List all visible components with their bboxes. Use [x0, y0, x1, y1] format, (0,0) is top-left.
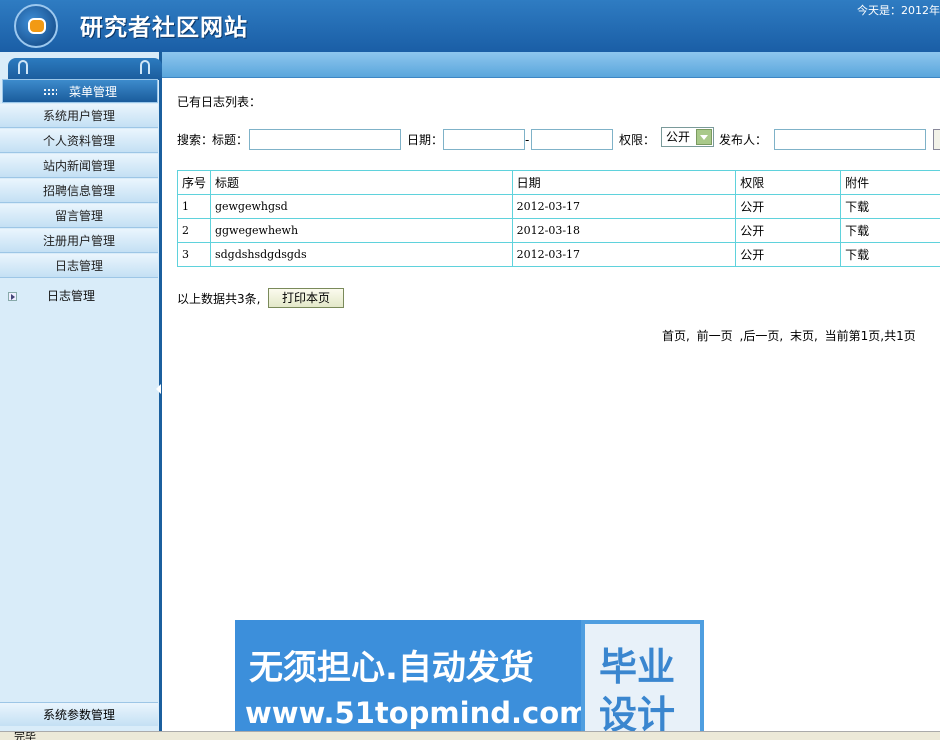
- watermark-banner: 无须担心.自动发货 www.51topmind.com 毕业 设计: [235, 620, 704, 740]
- table-row: 3 sdgdshsdgdsgds 2012-03-17 公开 下载: [177, 242, 940, 267]
- download-link[interactable]: 下载: [840, 194, 940, 219]
- sidebar-subitem-label: 日志管理: [47, 289, 96, 303]
- row-no: 1: [177, 194, 211, 219]
- column-header-title: 标题: [209, 170, 513, 195]
- date-to-input[interactable]: [531, 129, 613, 150]
- total-count-text: 以上数据共3条,: [177, 292, 261, 306]
- pager-next-link[interactable]: ,后一页,: [740, 329, 784, 343]
- column-header-permission: 权限: [735, 170, 842, 195]
- publisher-input[interactable]: [774, 129, 926, 150]
- row-title: sdgdshsdgdsgds: [209, 242, 513, 267]
- browser-status-bar: 完毕: [0, 731, 940, 740]
- binder-ring-right: [140, 60, 150, 74]
- sidebar-item-profile[interactable]: 个人资料管理: [0, 129, 158, 153]
- sidebar-item-system-params[interactable]: 系统参数管理: [0, 702, 158, 726]
- header-bar: 研究者社区网站 今天是：2012年: [0, 0, 940, 52]
- chevron-down-icon: [696, 129, 712, 145]
- menu-grid-icon: [42, 88, 57, 97]
- status-text: 完毕: [14, 731, 36, 740]
- column-header-date: 日期: [511, 170, 737, 195]
- publisher-label: 发布人：: [719, 133, 768, 147]
- row-permission: 公开: [735, 242, 842, 267]
- permission-label: 权限：: [619, 133, 656, 147]
- download-link[interactable]: 下载: [840, 242, 940, 267]
- row-date: 2012-03-18: [511, 218, 737, 243]
- title-search-input[interactable]: [249, 129, 401, 150]
- watermark-left: 无须担心.自动发货 www.51topmind.com: [235, 620, 589, 740]
- date-display: 今天是：2012年: [857, 4, 940, 17]
- row-permission: 公开: [735, 218, 842, 243]
- table-header-row: 序号 标题 日期 权限 附件: [177, 170, 940, 195]
- row-date: 2012-03-17: [511, 242, 737, 267]
- row-title: ggwegewhewh: [209, 218, 513, 243]
- pager-prev-link[interactable]: 前一页: [697, 329, 733, 343]
- search-form: 搜索： 标题： 日期： - 权限： 公开 发布人：: [177, 127, 940, 151]
- binder-ring-left: [18, 60, 28, 74]
- permission-selected-value: 公开: [666, 130, 691, 144]
- row-no: 3: [177, 242, 211, 267]
- permission-select[interactable]: 公开: [661, 127, 714, 147]
- pagination: 首页, 前一页 ,后一页, 末页, 当前第1页,共1页: [662, 327, 919, 344]
- watermark-text-1: 毕业: [599, 645, 676, 689]
- sidebar-item-logs[interactable]: 日志管理: [0, 254, 158, 278]
- column-header-attachment: 附件: [840, 170, 940, 195]
- download-link[interactable]: 下载: [840, 218, 940, 243]
- date-from-input[interactable]: [443, 129, 525, 150]
- site-title: 研究者社区网站: [80, 14, 248, 41]
- sidebar-item-jobs[interactable]: 招聘信息管理: [0, 179, 158, 203]
- table-row: 2 ggwegewhewh 2012-03-18 公开 下载: [177, 218, 940, 243]
- site-logo: [14, 4, 58, 48]
- sidebar-item-news[interactable]: 站内新闻管理: [0, 154, 158, 178]
- sidebar-item-registered-users[interactable]: 注册用户管理: [0, 229, 158, 253]
- collapse-handle-icon[interactable]: [156, 384, 161, 394]
- search-button[interactable]: [933, 129, 940, 150]
- row-permission: 公开: [735, 194, 842, 219]
- sidebar-subitem-logs[interactable]: 日志管理: [8, 288, 95, 304]
- date-separator: -: [525, 133, 530, 147]
- list-title: 已有日志列表：: [177, 95, 262, 109]
- watermark-right: 毕业 设计: [581, 620, 704, 740]
- pager-info: 当前第1页,共1页: [824, 329, 916, 343]
- sidebar-item-messages[interactable]: 留言管理: [0, 204, 158, 228]
- expand-arrow-icon: [8, 292, 17, 301]
- print-page-button[interactable]: 打印本页: [268, 288, 344, 308]
- menu-title[interactable]: 菜单管理: [2, 79, 158, 103]
- table-row: 1 gewgewhgsd 2012-03-17 公开 下载: [177, 194, 940, 219]
- sidebar-header: [8, 58, 162, 80]
- row-no: 2: [177, 218, 211, 243]
- search-label: 搜索：: [177, 133, 214, 147]
- title-label: 标题：: [212, 133, 249, 147]
- watermark-url: www.51topmind.com: [245, 696, 590, 730]
- row-title: gewgewhgsd: [209, 194, 513, 219]
- logo-mark: [28, 18, 46, 34]
- column-header-no: 序号: [177, 170, 211, 195]
- watermark-slogan: 无须担心.自动发货: [249, 648, 534, 688]
- log-table: 序号 标题 日期 权限 附件 1 gewgewhgsd 2012-03-17 公…: [177, 170, 940, 267]
- date-label: 日期：: [407, 133, 444, 147]
- sidebar-item-system-users[interactable]: 系统用户管理: [0, 104, 158, 128]
- sidebar: 菜单管理 系统用户管理 个人资料管理 站内新闻管理 招聘信息管理 留言管理 注册…: [0, 52, 162, 740]
- pager-last-link[interactable]: 末页,: [790, 329, 818, 343]
- pager-first-link[interactable]: 首页,: [662, 329, 690, 343]
- menu-title-label: 菜单管理: [68, 85, 117, 99]
- row-date: 2012-03-17: [511, 194, 737, 219]
